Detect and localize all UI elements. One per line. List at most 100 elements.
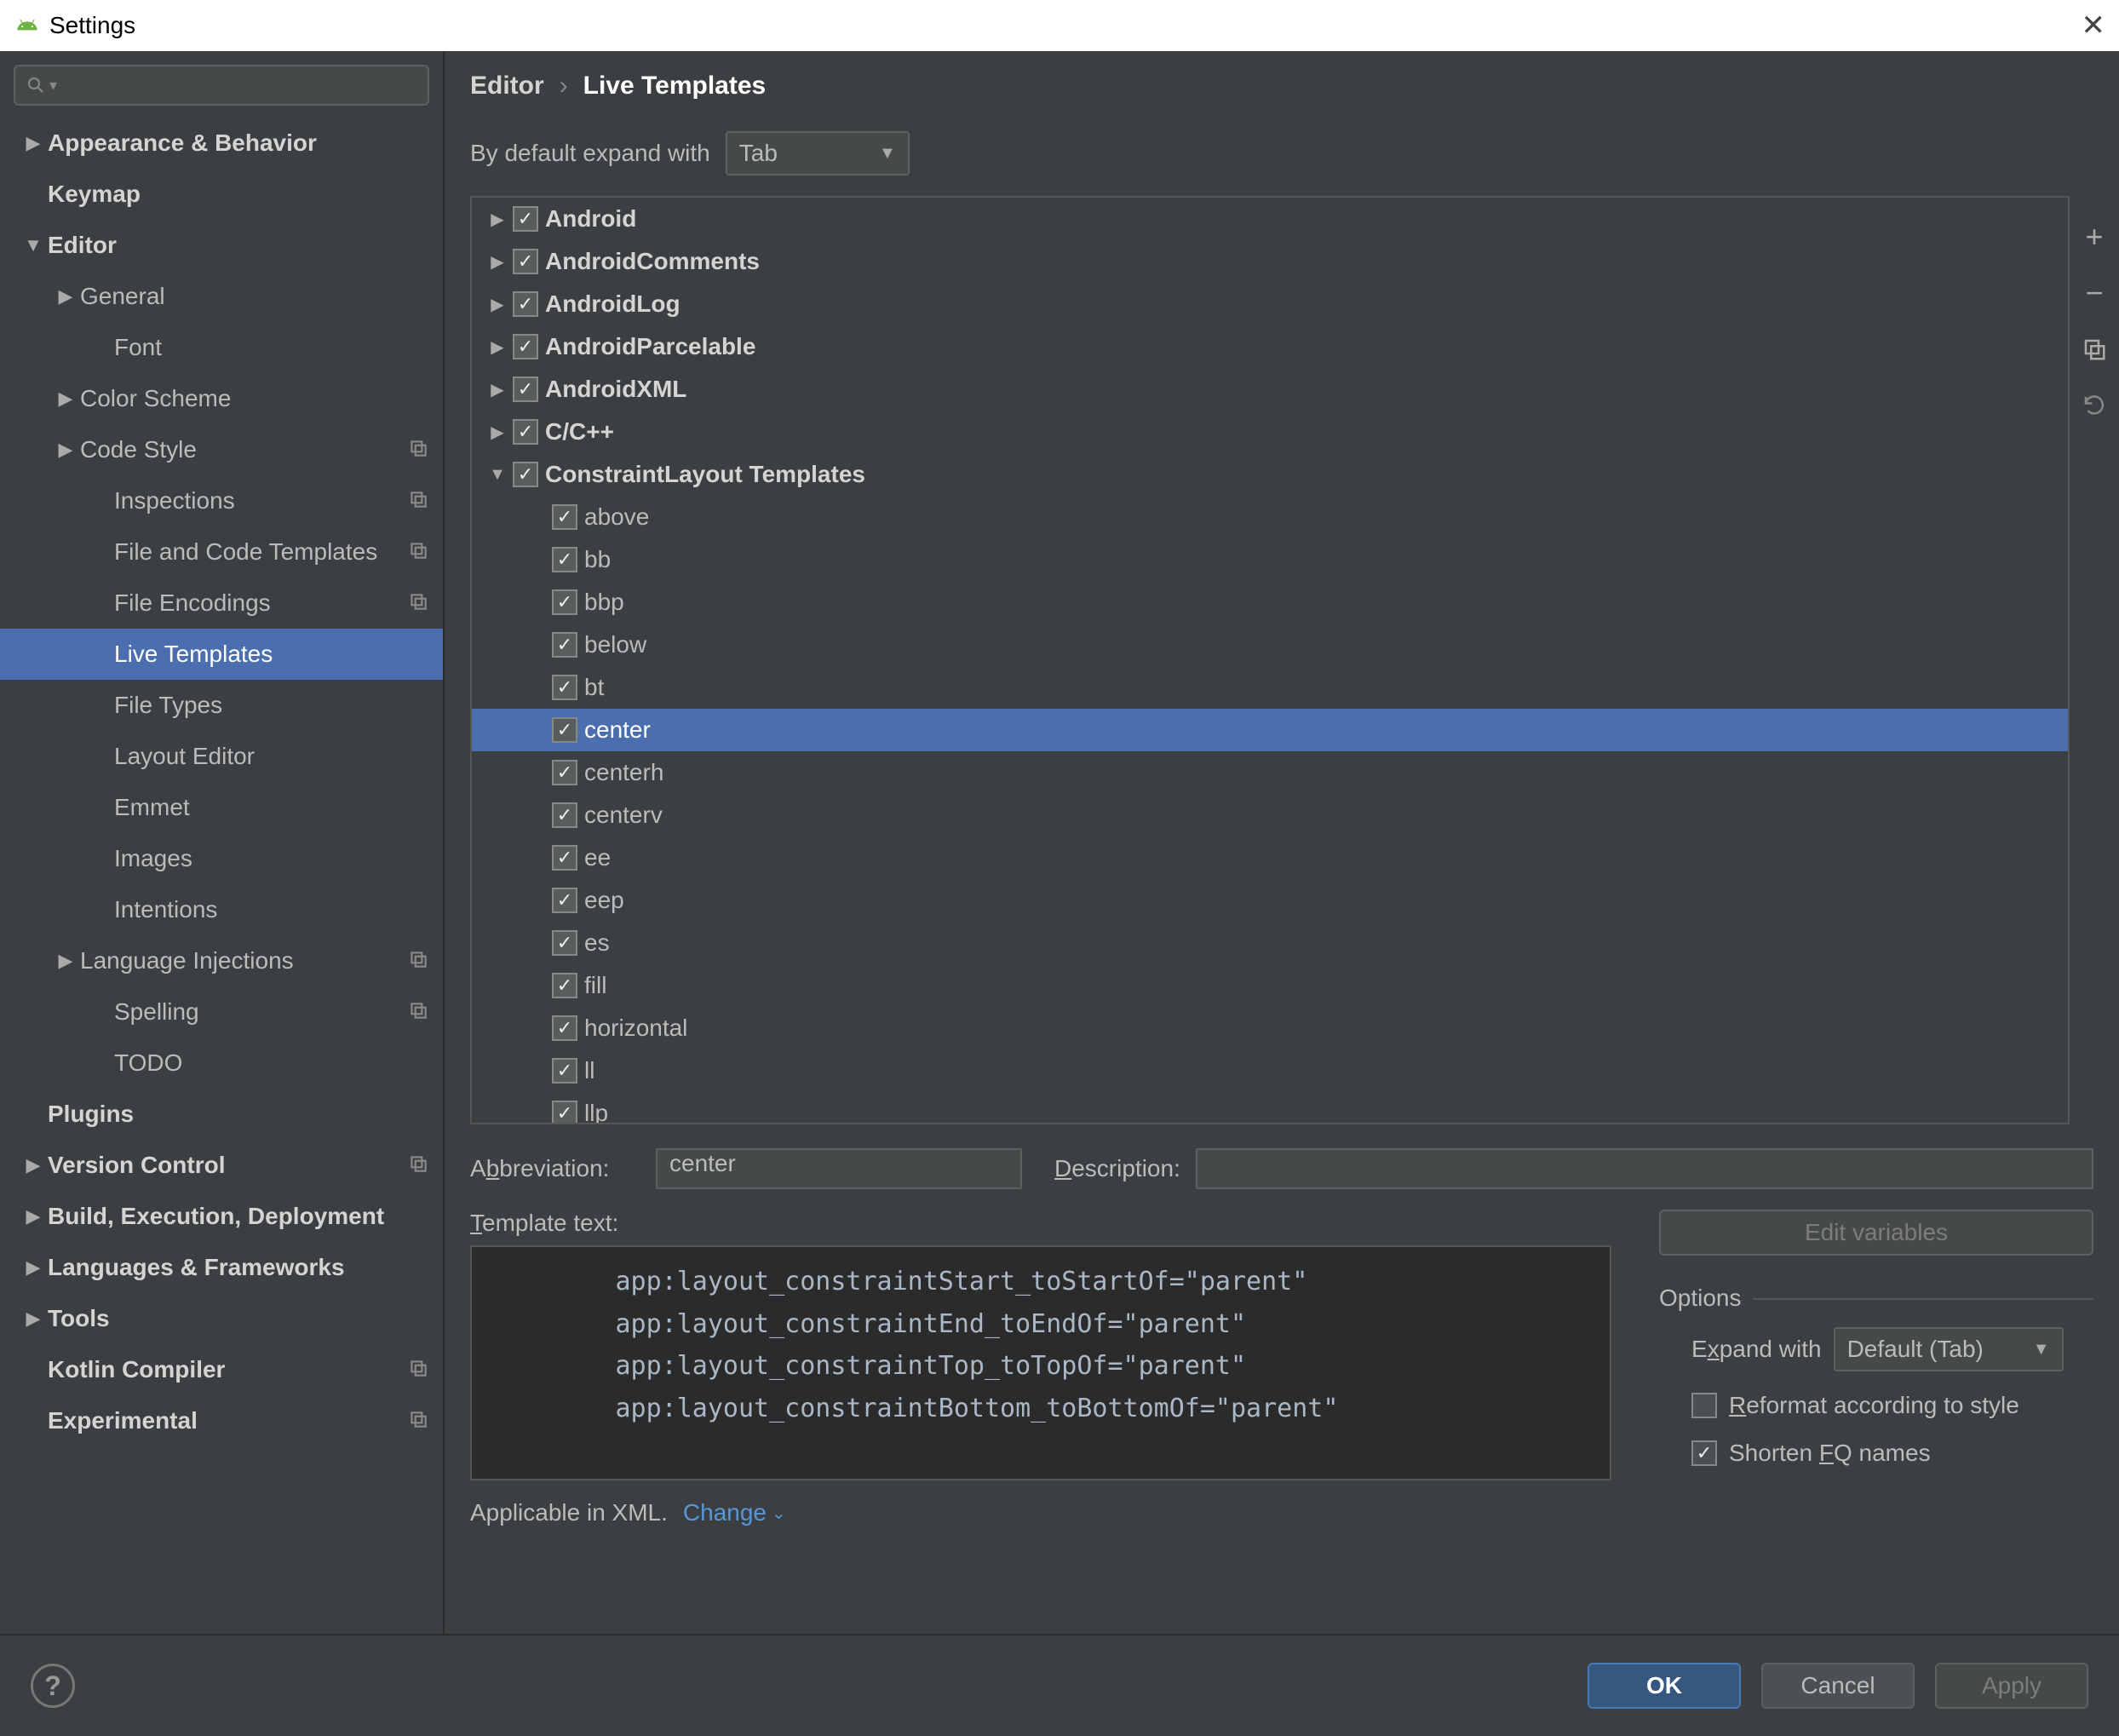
ok-button[interactable]: OK — [1588, 1663, 1741, 1709]
sidebar-item[interactable]: ▶File and Code Templates — [0, 526, 443, 578]
shorten-checkbox[interactable]: ✓ — [1691, 1440, 1717, 1466]
template-item[interactable]: ✓bt — [472, 666, 2068, 709]
sidebar-item[interactable]: ▶Color Scheme — [0, 373, 443, 424]
template-item[interactable]: ✓above — [472, 496, 2068, 538]
sidebar-item[interactable]: ▶Font — [0, 322, 443, 373]
template-checkbox[interactable]: ✓ — [552, 504, 577, 530]
sidebar-item[interactable]: ▶Inspections — [0, 475, 443, 526]
abbrev-input[interactable]: center — [656, 1148, 1022, 1189]
cancel-button[interactable]: Cancel — [1761, 1663, 1915, 1709]
breadcrumb-parent[interactable]: Editor — [470, 72, 544, 101]
sidebar-item[interactable]: ▶Spelling — [0, 986, 443, 1038]
close-icon[interactable]: ✕ — [2082, 9, 2106, 43]
restore-icon[interactable] — [2079, 390, 2110, 421]
template-checkbox[interactable]: ✓ — [552, 930, 577, 956]
template-checkbox[interactable]: ✓ — [552, 717, 577, 743]
template-item[interactable]: ✓bb — [472, 538, 2068, 581]
group-checkbox[interactable]: ✓ — [513, 419, 538, 445]
group-checkbox[interactable]: ✓ — [513, 334, 538, 359]
sidebar-item[interactable]: ▶TODO — [0, 1038, 443, 1089]
scheme-icon — [407, 590, 433, 616]
template-checkbox[interactable]: ✓ — [552, 1015, 577, 1041]
sidebar-item[interactable]: ▶Version Control — [0, 1140, 443, 1191]
edit-variables-button[interactable]: Edit variables — [1659, 1210, 2093, 1256]
template-group[interactable]: ▶✓Android — [472, 198, 2068, 240]
sidebar-item[interactable]: ▶Tools — [0, 1293, 443, 1344]
template-checkbox[interactable]: ✓ — [552, 1058, 577, 1084]
remove-icon[interactable]: − — [2079, 278, 2110, 308]
sidebar-item[interactable]: ▶Live Templates — [0, 629, 443, 680]
template-item[interactable]: ✓eep — [472, 879, 2068, 922]
sidebar-item[interactable]: ▶Appearance & Behavior — [0, 118, 443, 169]
template-checkbox[interactable]: ✓ — [552, 802, 577, 828]
help-button[interactable]: ? — [31, 1664, 75, 1708]
expand-with-select[interactable]: Tab ▼ — [726, 131, 910, 175]
template-checkbox[interactable]: ✓ — [552, 675, 577, 700]
expand-with-detail-select[interactable]: Default (Tab) ▼ — [1834, 1327, 2064, 1371]
group-checkbox[interactable]: ✓ — [513, 462, 538, 487]
group-checkbox[interactable]: ✓ — [513, 206, 538, 232]
template-item[interactable]: ✓below — [472, 624, 2068, 666]
template-checkbox[interactable]: ✓ — [552, 632, 577, 658]
description-input[interactable] — [1196, 1148, 2093, 1189]
group-checkbox[interactable]: ✓ — [513, 291, 538, 317]
template-item[interactable]: ✓es — [472, 922, 2068, 964]
chevron-right-icon[interactable]: ▶ — [482, 294, 513, 315]
sidebar-item[interactable]: ▶File Types — [0, 680, 443, 731]
sidebar-item[interactable]: ▶Languages & Frameworks — [0, 1242, 443, 1293]
sidebar-item[interactable]: ▶Intentions — [0, 884, 443, 935]
template-item[interactable]: ✓ee — [472, 836, 2068, 879]
template-item[interactable]: ✓centerh — [472, 751, 2068, 794]
sidebar-item[interactable]: ▶File Encodings — [0, 578, 443, 629]
chevron-right-icon[interactable]: ▶ — [482, 379, 513, 400]
sidebar-item[interactable]: ▶Keymap — [0, 169, 443, 220]
template-checkbox[interactable]: ✓ — [552, 760, 577, 785]
chevron-right-icon[interactable]: ▶ — [482, 209, 513, 230]
template-item[interactable]: ✓centerv — [472, 794, 2068, 836]
template-checkbox[interactable]: ✓ — [552, 1101, 577, 1123]
sidebar-item[interactable]: ▶Plugins — [0, 1089, 443, 1140]
template-tree[interactable]: ▶✓Android▶✓AndroidComments▶✓AndroidLog▶✓… — [472, 198, 2068, 1123]
sidebar-item[interactable]: ▶Code Style — [0, 424, 443, 475]
sidebar-item[interactable]: ▶General — [0, 271, 443, 322]
sidebar-item[interactable]: ▶Experimental — [0, 1395, 443, 1446]
sidebar-item[interactable]: ▶Emmet — [0, 782, 443, 833]
template-group[interactable]: ▶✓AndroidXML — [472, 368, 2068, 411]
template-group[interactable]: ▶✓C/C++ — [472, 411, 2068, 453]
template-checkbox[interactable]: ✓ — [552, 589, 577, 615]
sidebar-item[interactable]: ▶Images — [0, 833, 443, 884]
template-group[interactable]: ▼✓ConstraintLayout Templates — [472, 453, 2068, 496]
template-checkbox[interactable]: ✓ — [552, 888, 577, 913]
sidebar-item[interactable]: ▶Language Injections — [0, 935, 443, 986]
group-checkbox[interactable]: ✓ — [513, 377, 538, 402]
template-text-area[interactable]: app:layout_constraintStart_toStartOf="pa… — [470, 1245, 1611, 1480]
template-group[interactable]: ▶✓AndroidLog — [472, 283, 2068, 325]
template-group[interactable]: ▶✓AndroidComments — [472, 240, 2068, 283]
chevron-right-icon[interactable]: ▶ — [482, 336, 513, 358]
reformat-checkbox[interactable] — [1691, 1393, 1717, 1418]
chevron-right-icon[interactable]: ▶ — [482, 422, 513, 443]
template-checkbox[interactable]: ✓ — [552, 973, 577, 998]
change-link[interactable]: Change ⌄ — [683, 1499, 786, 1526]
template-group[interactable]: ▶✓AndroidParcelable — [472, 325, 2068, 368]
duplicate-icon[interactable] — [2079, 334, 2110, 365]
sidebar-item[interactable]: ▶Layout Editor — [0, 731, 443, 782]
template-checkbox[interactable]: ✓ — [552, 547, 577, 572]
sidebar-item[interactable]: ▶Build, Execution, Deployment — [0, 1191, 443, 1242]
template-item[interactable]: ✓bbp — [472, 581, 2068, 624]
search-input[interactable]: ▾ — [14, 65, 429, 106]
sidebar-item[interactable]: ▼Editor — [0, 220, 443, 271]
template-item[interactable]: ✓llp — [472, 1092, 2068, 1123]
group-checkbox[interactable]: ✓ — [513, 249, 538, 274]
template-item[interactable]: ✓ll — [472, 1049, 2068, 1092]
sidebar-item[interactable]: ▶Kotlin Compiler — [0, 1344, 443, 1395]
add-icon[interactable]: + — [2079, 221, 2110, 252]
template-item[interactable]: ✓center — [472, 709, 2068, 751]
template-item[interactable]: ✓horizontal — [472, 1007, 2068, 1049]
apply-button[interactable]: Apply — [1935, 1663, 2088, 1709]
chevron-right-icon[interactable]: ▶ — [482, 251, 513, 273]
chevron-down-icon[interactable]: ▼ — [482, 465, 513, 485]
template-item[interactable]: ✓fill — [472, 964, 2068, 1007]
template-checkbox[interactable]: ✓ — [552, 845, 577, 871]
sidebar-item-label: Emmet — [114, 794, 433, 821]
